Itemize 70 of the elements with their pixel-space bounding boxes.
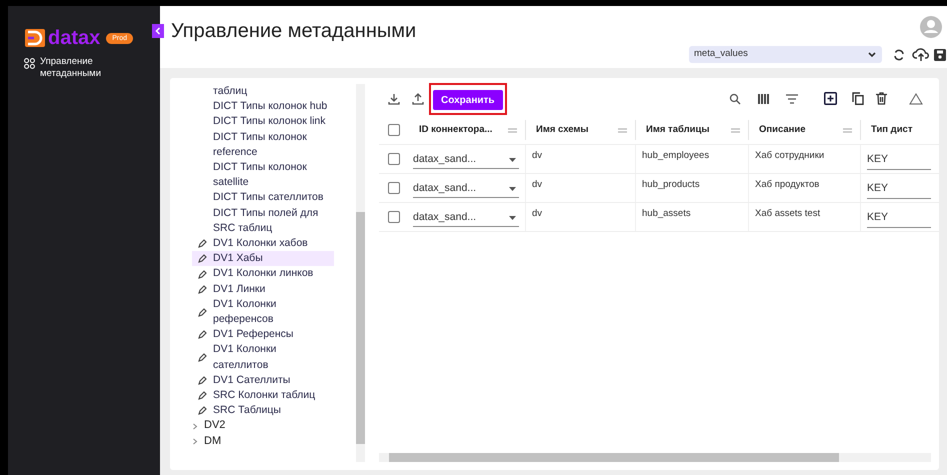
vertical-scrollbar[interactable] xyxy=(356,84,365,462)
type-field[interactable]: KEY xyxy=(867,152,931,170)
tree-item[interactable]: таблиц xyxy=(192,84,334,100)
tree-item[interactable]: DV1 Референсы xyxy=(192,327,334,342)
pencil-icon xyxy=(198,353,207,362)
horizontal-scrollbar[interactable] xyxy=(379,453,931,462)
column-header[interactable]: Описание xyxy=(759,122,843,138)
tree-item[interactable]: DV1 Колонки референсов xyxy=(192,296,334,328)
table-cell: hub_employees xyxy=(642,150,710,161)
chevron-down-icon xyxy=(868,52,876,58)
pencil-icon xyxy=(198,308,207,317)
type-field[interactable]: KEY xyxy=(867,210,931,228)
table-cell: dv xyxy=(532,208,542,219)
tree-item[interactable]: DICT Типы колонок hub xyxy=(192,99,334,114)
logo-text: datax xyxy=(48,28,100,48)
nav-item[interactable]: Управление метаданными xyxy=(24,56,160,80)
tree-item[interactable]: DV1 Хабы xyxy=(192,251,334,266)
table-cell: hub_products xyxy=(642,179,700,190)
tree-item[interactable]: SRC Колонки таблиц xyxy=(192,388,334,404)
upload-icon[interactable] xyxy=(412,92,424,104)
filter-icon[interactable] xyxy=(786,94,798,104)
column-header[interactable]: Тип дист xyxy=(871,122,923,138)
dropdown-arrow-icon xyxy=(509,216,516,220)
search-icon[interactable] xyxy=(729,92,741,104)
connector-dropdown[interactable]: datax_sand... xyxy=(413,151,519,169)
tree-item[interactable]: SRC Таблицы xyxy=(192,403,334,418)
tree-item[interactable]: DICT Типы колонок reference xyxy=(192,130,334,160)
table-cell: Хаб assets test xyxy=(755,208,820,219)
page-title: Управление метаданными xyxy=(171,19,416,44)
cloud-upload-icon[interactable] xyxy=(912,47,930,62)
refresh-icon[interactable] xyxy=(893,49,905,61)
copy-icon[interactable] xyxy=(852,92,864,105)
tree-item[interactable]: DM xyxy=(192,434,334,449)
chevron-left-icon xyxy=(155,27,161,35)
column-header[interactable]: Имя схемы xyxy=(536,122,618,138)
connector-dropdown[interactable]: datax_sand... xyxy=(413,180,519,198)
triangle-icon[interactable] xyxy=(909,92,923,104)
add-box-icon[interactable] xyxy=(824,92,837,105)
dropdown-arrow-icon xyxy=(509,158,516,162)
column-header[interactable]: Имя таблицы xyxy=(646,122,731,138)
type-field[interactable]: KEY xyxy=(867,181,931,199)
pencil-icon xyxy=(198,330,207,340)
tree-item[interactable]: DICT Типы сателлитов xyxy=(192,190,334,206)
tree-item[interactable]: DV1 Линки xyxy=(192,282,334,297)
tree-item[interactable]: DICT Типы колонок link xyxy=(192,114,334,130)
save-icon[interactable] xyxy=(934,49,946,61)
table-cell: dv xyxy=(532,179,542,190)
grid-icon xyxy=(24,58,35,69)
columns-icon[interactable] xyxy=(758,94,770,104)
tree-item[interactable]: DV1 Колонки сателлитов xyxy=(192,342,334,373)
tree-item[interactable]: DV1 Сателлиты xyxy=(192,372,334,388)
collapse-button[interactable] xyxy=(152,24,164,38)
trash-icon[interactable] xyxy=(876,92,887,105)
tree-item[interactable]: DV1 Колонки линков xyxy=(192,266,334,282)
column-header[interactable]: ID коннектора... xyxy=(419,122,508,138)
table-cell: hub_assets xyxy=(642,208,691,219)
dropdown-arrow-icon xyxy=(509,186,516,190)
table-cell: dv xyxy=(532,150,542,161)
tree-item[interactable]: DICT Типы полей для SRC таблиц xyxy=(192,206,334,236)
download-icon[interactable] xyxy=(388,92,400,104)
logo-icon xyxy=(25,29,45,47)
tree-item[interactable]: DV2 xyxy=(192,418,334,434)
table-cell: Хаб продуктов xyxy=(755,179,820,190)
tree-item[interactable]: DV1 Колонки хабов xyxy=(192,236,334,252)
connector-dropdown[interactable]: datax_sand... xyxy=(413,209,519,227)
save-button[interactable]: Сохранить xyxy=(433,90,503,110)
tree-item[interactable]: DICT Типы колонок satellite xyxy=(192,160,334,190)
select-all-checkbox[interactable] xyxy=(388,124,400,136)
schema-select[interactable]: meta_values xyxy=(689,46,882,63)
table-cell: Хаб сотрудники xyxy=(755,150,824,161)
